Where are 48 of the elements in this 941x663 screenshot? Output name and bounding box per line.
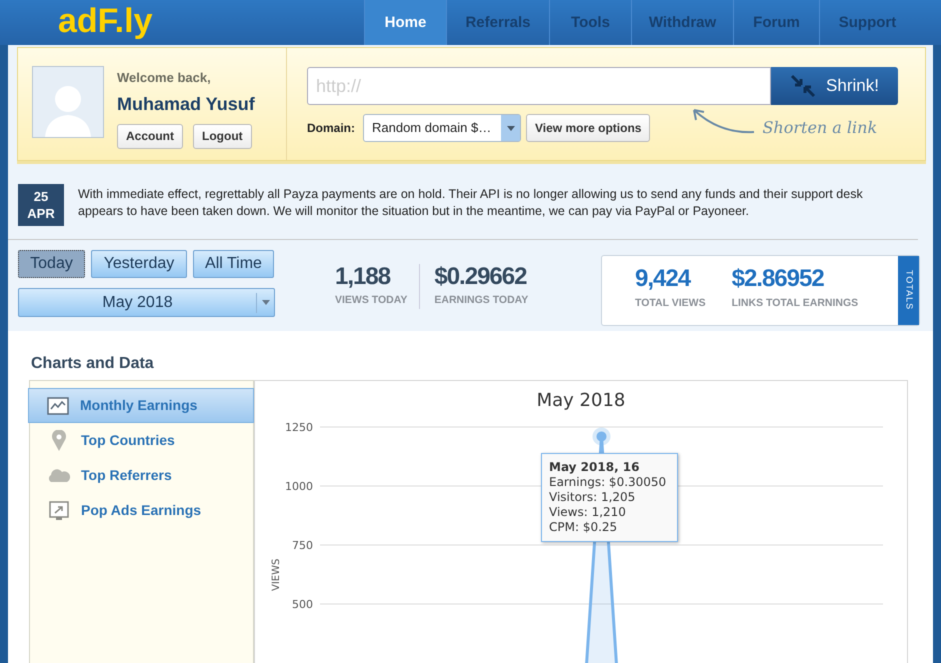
screen-icon (49, 500, 69, 520)
domain-dropdown[interactable]: Random domain $… (363, 114, 521, 142)
data-point[interactable] (592, 427, 610, 446)
nav-tab[interactable]: Home (364, 0, 446, 45)
greeting-text: Welcome back, (117, 69, 212, 87)
news-text: With immediate effect, regrettably all Payza payments are on hold. Their API is no longer allowing us to send any funds and their support desk appears to have been taken down. We will monitor the situation but in the meantime, we can pay via PayPal or Payoneer. (78, 186, 864, 220)
shorten-hint: Shorten a link (762, 117, 878, 139)
more-options-button[interactable]: View more options (526, 114, 650, 142)
account-button[interactable]: Logout (193, 124, 252, 148)
total-label: LINKS TOTAL EARNINGS (732, 296, 858, 311)
chart-icon (47, 396, 69, 414)
avatar-icon (32, 66, 104, 138)
date-badge: 25 APR (18, 184, 64, 226)
pin-icon (51, 430, 67, 452)
period-tab[interactable]: Yesterday (91, 250, 187, 278)
domain-label: Domain: (307, 120, 355, 137)
totals-tab[interactable]: TOTALS (898, 256, 919, 325)
caret-icon (506, 126, 514, 130)
month-dropdown[interactable]: May 2018 (18, 288, 275, 317)
menu-item[interactable]: Top Referrers (30, 458, 253, 493)
y-tick-label: 1250 (285, 421, 313, 434)
curved-arrow-icon (690, 106, 756, 136)
stat-label: EARNINGS TODAY (434, 293, 528, 308)
period-tab[interactable]: All Time (193, 250, 274, 278)
period-tab[interactable]: Today (18, 250, 85, 278)
account-button[interactable]: Account (117, 124, 183, 148)
y-tick-label: 1000 (285, 480, 313, 493)
chart-tooltip: May 2018, 16 Earnings: $0.30050 Visitors: 1,205 Views: 1,210 CPM: $0.25 (541, 453, 678, 542)
logo[interactable]: adF.ly (58, 4, 152, 38)
caret-icon (262, 300, 270, 305)
menu-item[interactable]: Monthly Earnings (28, 388, 254, 423)
stat-value: $0.29662 (434, 264, 528, 290)
y-axis-label: VIEWS (271, 558, 282, 591)
arrows-icon (790, 74, 816, 98)
menu-item[interactable]: Top Countries (30, 423, 253, 458)
menu-item[interactable]: Pop Ads Earnings (30, 493, 253, 528)
y-tick-label: 750 (292, 539, 313, 552)
stat-label: VIEWS TODAY (335, 293, 408, 308)
user-name: Muhamad Yusuf (117, 92, 255, 116)
total-label: TOTAL VIEWS (635, 296, 706, 311)
cloud-icon (47, 468, 71, 483)
y-tick-label: 500 (292, 598, 313, 611)
total-value: 9,424 (635, 266, 692, 292)
total-value: $2.86952 (732, 266, 825, 292)
shrink-button[interactable]: Shrink! (771, 67, 898, 105)
chart-title: May 2018 (536, 389, 626, 413)
stat-value: 1,188 (335, 264, 392, 290)
section-title: Charts and Data (31, 354, 154, 374)
